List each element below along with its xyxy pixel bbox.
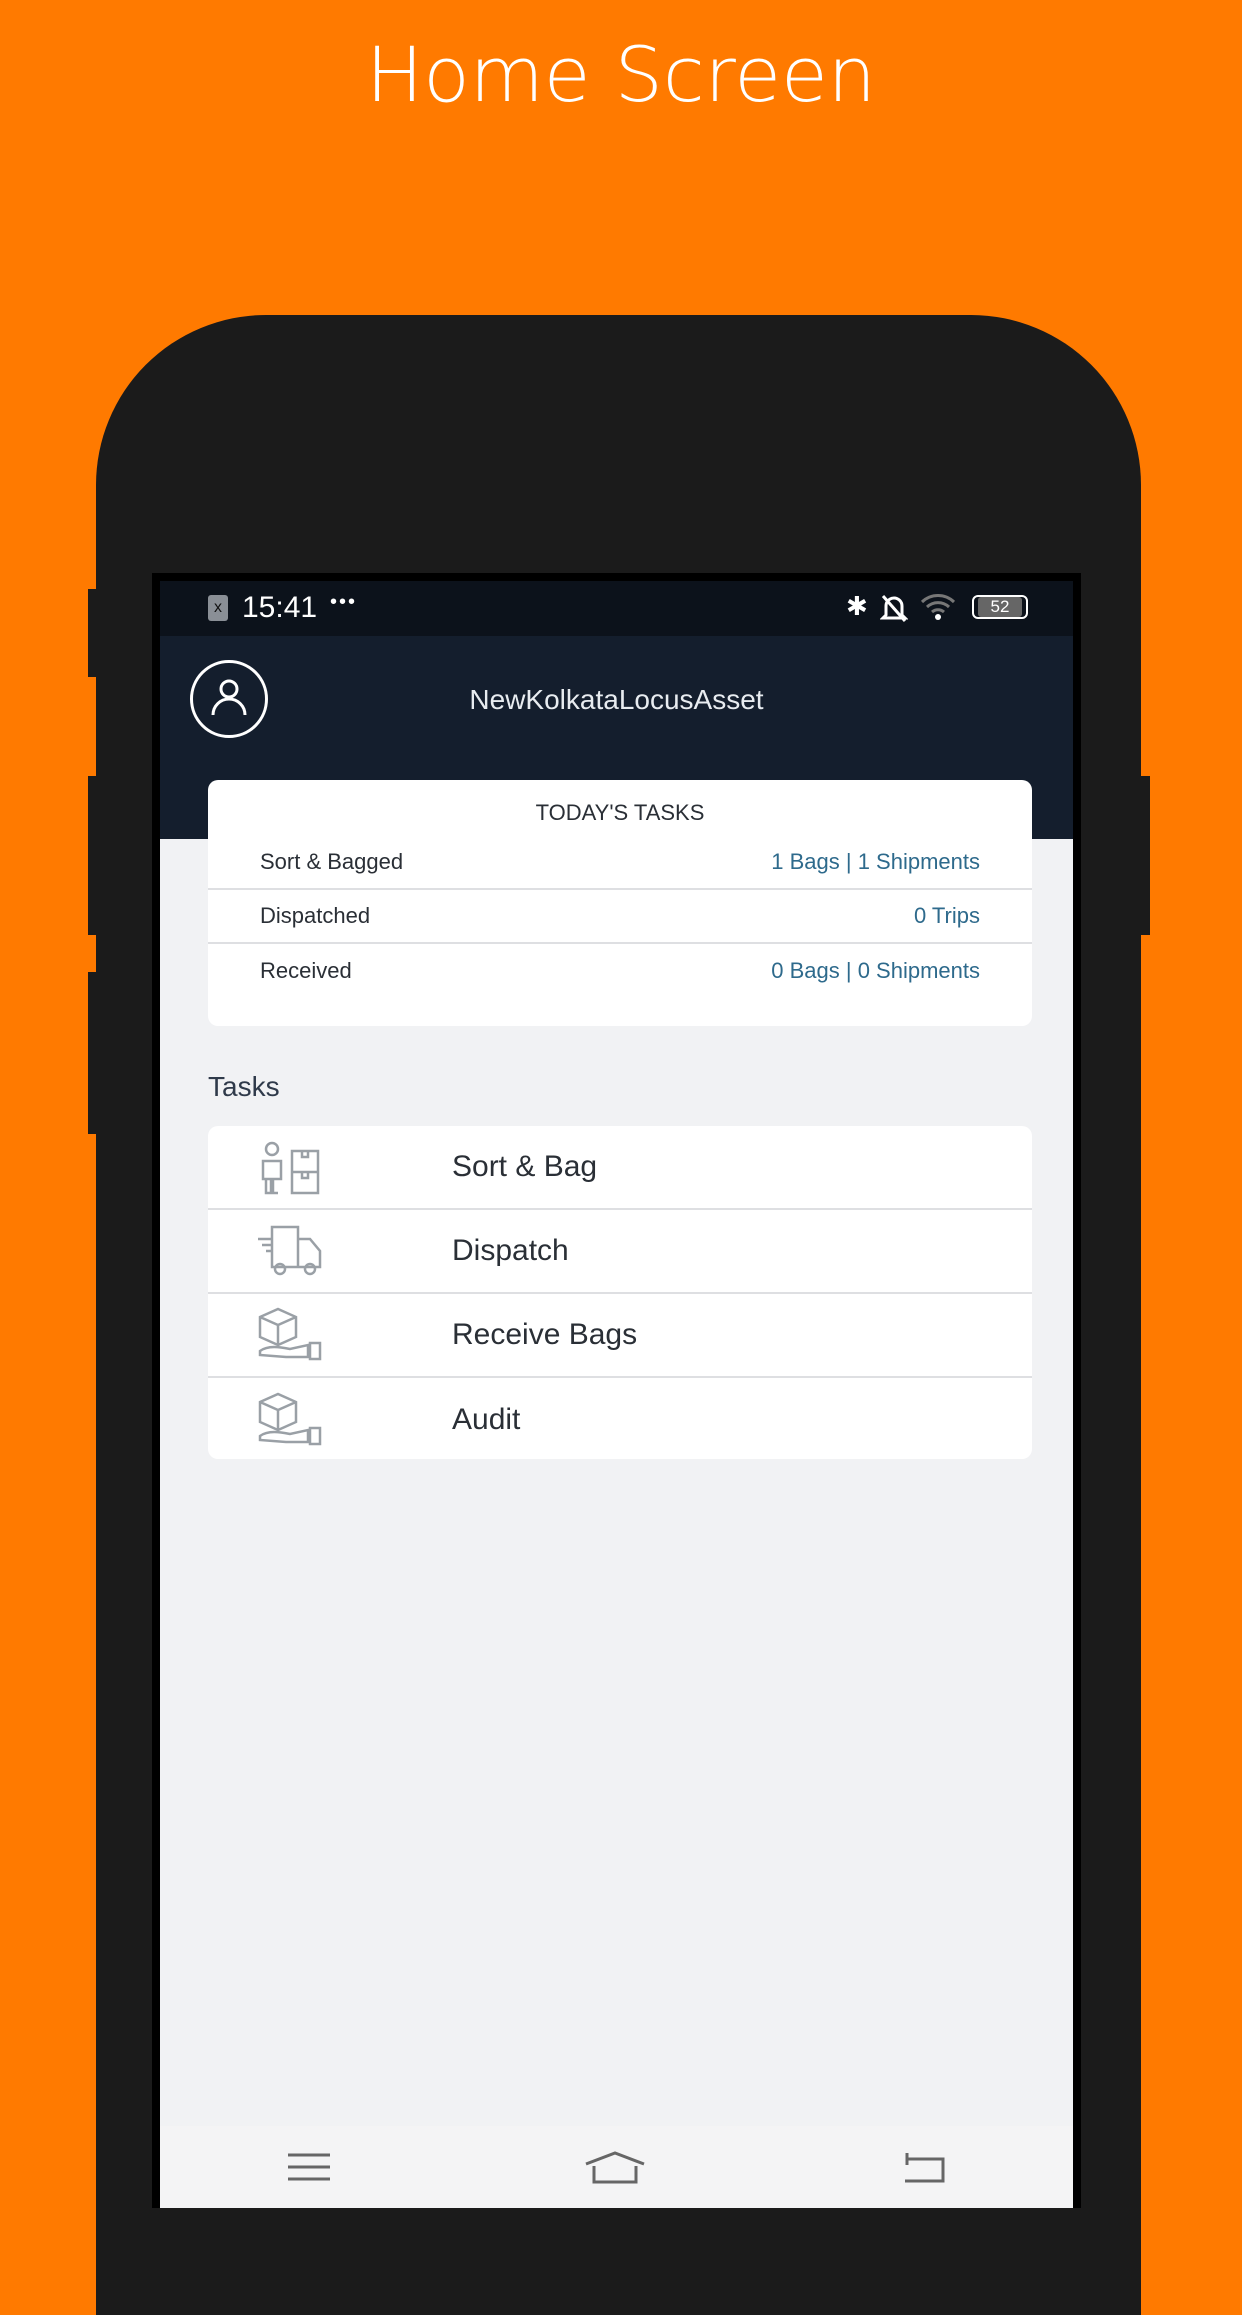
todays-tasks-card: TODAY'S TASKS Sort & Bagged 1 Bags | 1 Sh… <box>208 780 1032 1026</box>
summary-row: Dispatched 0 Trips <box>208 890 1032 944</box>
status-bar: x 15:41 ••• ✱ 52 <box>160 581 1073 636</box>
battery-icon: 52 <box>972 595 1028 619</box>
phone-screen: x 15:41 ••• ✱ 52 NewKolkataLocusAsset TO… <box>152 573 1081 2208</box>
home-icon[interactable] <box>584 2150 646 2184</box>
sim-x-icon: x <box>208 595 228 621</box>
tasks-list: Sort & Bag Dispatch Receive Bags Audit <box>208 1126 1032 1459</box>
task-receive-bags[interactable]: Receive Bags <box>208 1294 1032 1378</box>
todays-tasks-title: TODAY'S TASKS <box>535 800 705 825</box>
summary-label: Received <box>260 958 352 983</box>
tasks-heading: Tasks <box>208 1071 280 1102</box>
app-title: NewKolkataLocusAsset <box>469 684 764 715</box>
delivery-truck-icon <box>258 1225 322 1276</box>
summary-label: Sort & Bagged <box>260 849 404 874</box>
phone-side-button <box>1140 776 1150 935</box>
battery-level: 52 <box>978 597 1022 617</box>
summary-value: 1 Bags | 1 Shipments <box>771 849 980 874</box>
status-time: 15:41 <box>242 591 318 624</box>
status-dots: ••• <box>330 591 358 613</box>
menu-icon[interactable] <box>286 2152 332 2182</box>
task-sort-and-bag[interactable]: Sort & Bag <box>208 1126 1032 1210</box>
phone-side-button <box>88 776 98 935</box>
worker-boxes-icon <box>261 1141 320 1195</box>
summary-row: Received 0 Bags | 0 Shipments <box>208 944 1032 998</box>
task-audit[interactable]: Audit <box>208 1378 1032 1459</box>
task-label: Audit <box>452 1403 521 1436</box>
wifi-icon <box>920 594 956 620</box>
summary-value: 0 Bags | 0 Shipments <box>771 958 980 983</box>
hand-box-icon <box>258 1392 322 1446</box>
task-label: Sort & Bag <box>452 1150 598 1183</box>
back-icon[interactable] <box>899 2151 947 2183</box>
task-label: Receive Bags <box>452 1318 638 1351</box>
phone-side-button <box>88 589 98 677</box>
summary-row: Sort & Bagged 1 Bags | 1 Shipments <box>208 836 1032 890</box>
summary-value: 0 Trips <box>913 903 980 928</box>
task-dispatch[interactable]: Dispatch <box>208 1210 1032 1294</box>
page-headline: Home Screen <box>366 30 876 119</box>
bell-off-icon <box>880 595 908 622</box>
task-label: Dispatch <box>452 1234 569 1267</box>
phone-side-button <box>88 972 98 1134</box>
system-nav-bar <box>160 2126 1073 2208</box>
summary-label: Dispatched <box>260 903 371 928</box>
hand-box-icon <box>258 1307 322 1361</box>
bluetooth-icon: ✱ <box>846 591 868 621</box>
